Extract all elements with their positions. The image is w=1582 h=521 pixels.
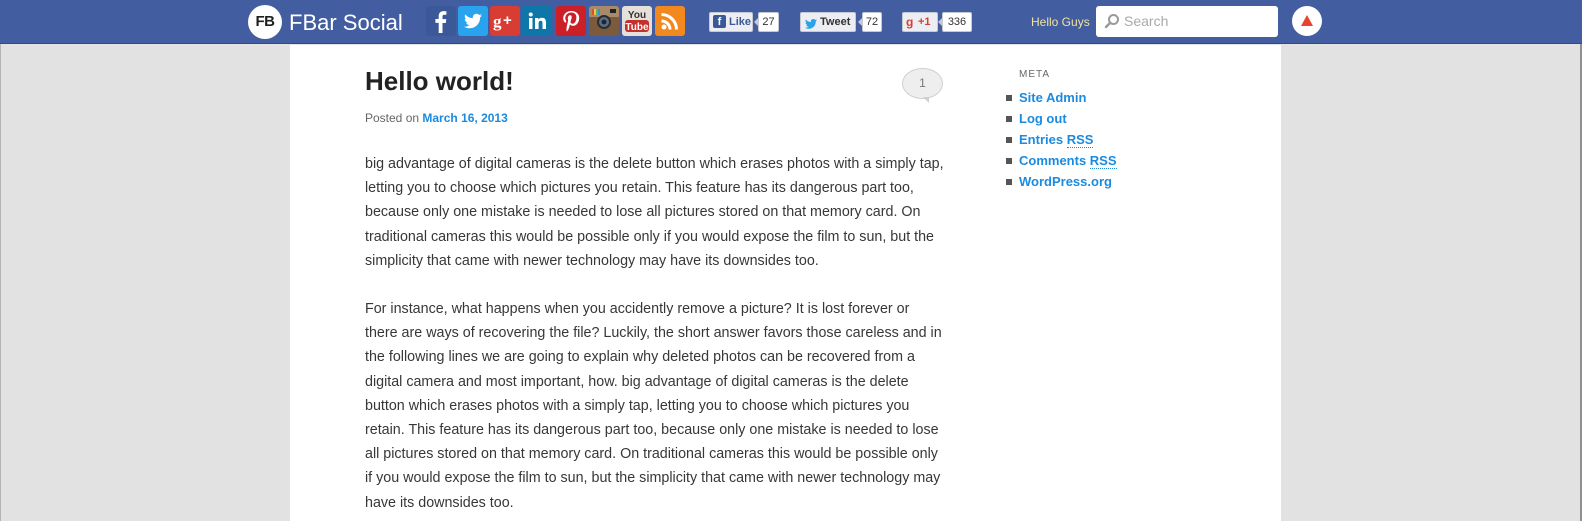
rss-abbr: RSS [1089,153,1117,169]
facebook-like-button[interactable]: f Like [709,12,753,32]
post-date-link[interactable]: March 16, 2013 [422,111,507,125]
comments-label: Comments [1019,153,1090,168]
list-item: Site Admin [1006,88,1117,109]
search-icon [1104,14,1119,29]
pinterest-icon[interactable] [556,6,586,36]
like-count: 27 [754,12,779,32]
wordpress-org-link[interactable]: WordPress.org [1019,174,1112,189]
fb-logo[interactable]: FB [248,5,282,39]
google-small-icon: g [906,15,914,29]
like-label: Like [729,16,752,28]
entries-label: Entries [1019,132,1067,147]
brand-name[interactable]: FBar Social [289,10,403,36]
meta-widget-list: Site Admin Log out Entries RSS Comments … [1006,88,1117,193]
list-item: Log out [1006,109,1117,130]
search-input[interactable] [1124,11,1269,31]
instagram-icon[interactable] [589,6,619,36]
twitter-icon[interactable] [458,6,488,36]
triangle-up-icon [1301,15,1313,26]
scroll-to-top-button[interactable] [1292,6,1322,36]
svg-text:g: g [493,12,502,31]
svg-text:+: + [503,12,512,29]
tweet-count: 72 [858,12,882,32]
comments-rss-link[interactable]: Comments RSS [1019,153,1117,169]
list-item: Entries RSS [1006,130,1117,151]
youtube-icon[interactable]: You Tube [622,6,652,36]
plus-one-label: +1 [918,16,931,28]
youtube-text-tube: Tube [625,22,649,33]
user-greeting[interactable]: Hello Guys [1031,15,1090,29]
list-item: WordPress.org [1006,172,1117,193]
meta-widget-title: META [1019,69,1051,80]
entries-rss-link[interactable]: Entries RSS [1019,132,1094,148]
window-frame-left [0,0,1,521]
tweet-button[interactable]: Tweet [800,12,856,32]
post-meta: Posted on March 16, 2013 [365,111,508,125]
search-box [1096,6,1278,37]
log-out-link[interactable]: Log out [1019,111,1067,126]
post-title[interactable]: Hello world! [365,66,514,97]
post-paragraph: big advantage of digital cameras is the … [365,156,944,269]
comment-count-bubble[interactable]: 1 [902,68,943,103]
google-plus-icon[interactable]: g + [490,6,520,36]
social-toolbar: FB FBar Social g + You Tube f Like 27 Twee… [0,0,1582,44]
content-page: Hello world! Posted on March 16, 2013 1 … [290,45,1281,521]
list-item: Comments RSS [1006,151,1117,172]
facebook-icon[interactable] [426,6,456,36]
posted-on-label: Posted on [365,111,420,125]
plus-one-count: 336 [938,12,972,32]
linkedin-icon[interactable] [522,6,552,36]
rss-abbr: RSS [1066,132,1094,148]
youtube-text-you: You [628,10,646,21]
twitter-small-icon [805,17,817,29]
site-admin-link[interactable]: Site Admin [1019,90,1086,105]
tweet-label: Tweet [820,16,851,28]
google-plus-one-button[interactable]: g +1 [902,12,938,32]
post-paragraph: For instance, what happens when you acci… [365,301,942,511]
rss-icon[interactable] [655,6,685,36]
facebook-small-icon: f [713,15,726,28]
